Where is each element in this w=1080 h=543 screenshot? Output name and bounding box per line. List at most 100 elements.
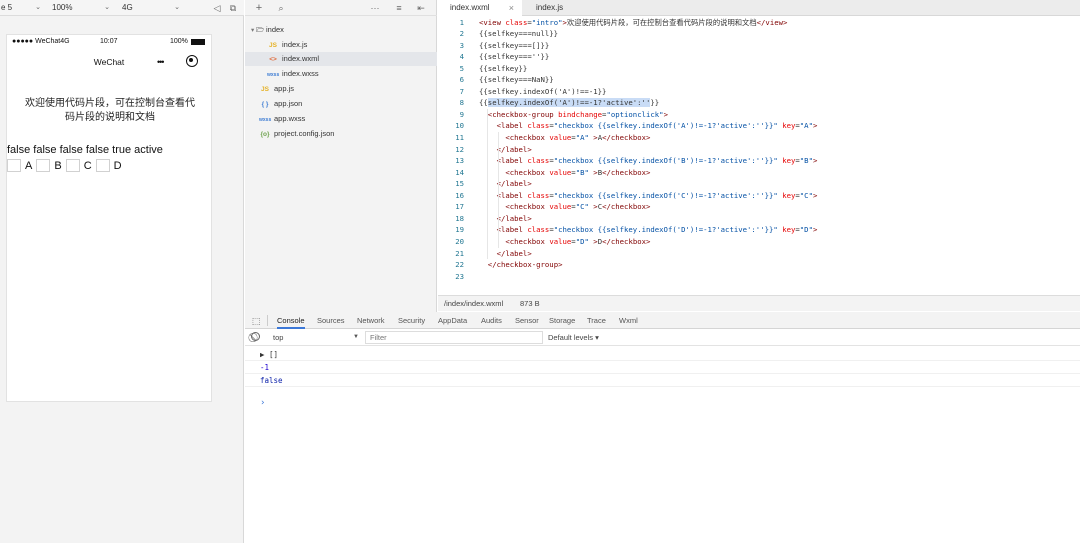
popout-icon[interactable]: ⧉ — [227, 2, 239, 14]
line-number: 21 — [455, 248, 464, 258]
code-line[interactable]: <checkbox value="C" >C</checkbox> — [479, 201, 650, 213]
line-number: 14 — [455, 167, 464, 177]
code-line[interactable]: </checkbox-group> — [479, 259, 563, 271]
chevron-down-icon: ⌄ — [104, 4, 110, 11]
code-line[interactable]: <label class="checkbox {{selfkey.indexOf… — [479, 224, 818, 236]
checkbox-box[interactable] — [7, 159, 21, 172]
checkbox-label: C — [83, 159, 92, 172]
inspect-element-icon[interactable]: ⬚ — [250, 315, 262, 327]
context-select[interactable]: top ▼ — [269, 331, 359, 344]
code-line[interactable]: {{selfkey.indexOf('A')!==-1}} — [479, 86, 606, 98]
code-line[interactable]: <label class="checkbox {{selfkey.indexOf… — [479, 120, 818, 132]
tree-item-index-wxml[interactable]: <> index.wxml — [245, 52, 437, 66]
network-select[interactable]: 4G ⌄ — [122, 2, 180, 14]
devtools-tab-security[interactable]: Security — [398, 312, 425, 329]
collapse-all-icon[interactable]: ≡ — [393, 2, 405, 14]
checkbox-label: A — [25, 159, 33, 172]
close-miniprogram-icon[interactable] — [186, 55, 198, 67]
devtools-tab-sources[interactable]: Sources — [317, 312, 345, 329]
devtools-tab-appdata[interactable]: AppData — [438, 312, 467, 329]
console-filter-input[interactable] — [365, 331, 543, 344]
code-line[interactable]: {{selfkey.indexOf('A')!==-1?'active':''}… — [479, 97, 659, 109]
devtools-tab-bar: ⬚ Console Sources Network Security AppData Au… — [245, 312, 1080, 329]
network-select-value: 4G — [122, 3, 133, 12]
code-line[interactable]: <label class="checkbox {{selfkey.indexOf… — [479, 190, 818, 202]
code-line[interactable]: {{selfkey===''}} — [479, 51, 549, 63]
code-line[interactable]: <view class="intro">欢迎使用代码片段，可在控制台查看代码片段… — [479, 17, 787, 29]
log-levels-select[interactable]: Default levels ▾ — [548, 331, 599, 344]
tree-item-label: index — [266, 25, 284, 34]
chevron-down-icon: ⌄ — [174, 4, 180, 11]
devtools-tab-wxml[interactable]: Wxml — [619, 312, 638, 329]
console-line[interactable]: ▶ [] — [245, 348, 1080, 361]
checkbox-label: B — [54, 159, 62, 172]
code-line[interactable]: <checkbox-group bindchange="optionclick"… — [479, 109, 668, 121]
line-number: 20 — [455, 236, 464, 246]
checkbox-a[interactable]: A — [7, 159, 36, 172]
wxml-file-icon: <> — [269, 56, 277, 63]
tree-folder-index[interactable]: ▾ 🗁 index — [251, 23, 284, 37]
tab-index-wxml[interactable]: index.wxml × — [438, 0, 522, 16]
tree-item-app-wxss[interactable]: wxss app.wxss — [259, 112, 305, 126]
code-line[interactable]: {{selfkey}} — [479, 63, 527, 75]
phone-status-bar: ●●●●● WeChat4G 10:07 100% — [7, 35, 211, 49]
result-text: false false false false true active — [7, 144, 163, 156]
line-number: 8 — [459, 98, 464, 108]
editor-tab-bar: index.wxml × index.js — [438, 0, 1080, 16]
tree-item-label: index.wxss — [282, 69, 319, 78]
tree-item-label: index.wxml — [282, 54, 320, 63]
checkbox-box[interactable] — [36, 159, 51, 172]
battery-label: 100% — [170, 38, 188, 45]
devtools-tab-console[interactable]: Console — [277, 312, 305, 329]
editor-status-bar: /index/index.wxml 873 B — [438, 295, 1080, 311]
device-select[interactable]: e 5 ⌄ — [1, 2, 41, 14]
code-line[interactable]: {{selfkey===null}} — [479, 28, 558, 40]
tree-item-label: index.js — [282, 40, 308, 49]
devtools-tab-audits[interactable]: Audits — [481, 312, 502, 329]
device-select-value: e 5 — [1, 3, 13, 12]
tree-item-project-config[interactable]: {o} project.config.json — [259, 127, 334, 141]
checkbox-b[interactable]: B — [36, 159, 65, 172]
tree-item-index-js[interactable]: JS index.js — [267, 38, 307, 52]
toggle-panel-icon[interactable]: ⇤ — [415, 2, 427, 14]
code-line[interactable]: <label class="checkbox {{selfkey.indexOf… — [479, 155, 818, 167]
block-icon — [251, 332, 260, 341]
checkbox-c[interactable]: C — [65, 159, 96, 172]
more-icon[interactable]: ••• — [157, 57, 165, 67]
close-icon[interactable]: × — [509, 0, 514, 16]
code-line[interactable]: <checkbox value="A" >A</checkbox> — [479, 132, 650, 144]
volume-icon[interactable]: ◁ — [211, 2, 223, 14]
line-number: 15 — [455, 179, 464, 189]
tree-item-index-wxss[interactable]: wxss index.wxss — [267, 67, 319, 81]
code-line[interactable]: {{selfkey===[]}} — [479, 40, 549, 52]
wxss-file-icon: wxss — [267, 72, 280, 78]
tab-index-js[interactable]: index.js — [524, 0, 584, 16]
tab-label: index.wxml — [450, 3, 490, 12]
code-editor[interactable]: 1 <view class="intro">欢迎使用代码片段，可在控制台查看代码片… — [438, 16, 1080, 295]
checkbox-group: A B C D — [7, 159, 126, 172]
tree-item-app-js[interactable]: JS app.js — [259, 82, 294, 96]
devtools-tab-network[interactable]: Network — [357, 312, 385, 329]
console-filter-bar: ⃠ top ▼ Default levels ▾ — [245, 329, 1080, 346]
code-line[interactable]: {{selfkey===NaN}} — [479, 74, 554, 86]
wxss-file-icon: wxss — [259, 117, 272, 123]
tree-item-app-json[interactable]: { } app.json — [259, 97, 303, 111]
console-boolean-value: false — [260, 376, 283, 385]
search-icon[interactable]: ⌕ — [275, 2, 287, 14]
add-file-icon[interactable]: + — [253, 2, 265, 14]
checkbox-d[interactable]: D — [95, 159, 126, 172]
line-number: 17 — [455, 202, 464, 212]
js-file-icon: JS — [269, 42, 277, 49]
devtools-tab-sensor[interactable]: Sensor — [515, 312, 539, 329]
console-prompt[interactable]: › — [245, 397, 1080, 410]
more-icon[interactable]: ··· — [369, 2, 381, 14]
checkbox-box[interactable] — [95, 159, 110, 172]
zoom-select[interactable]: 100% ⌄ — [52, 2, 110, 14]
devtools-tab-storage[interactable]: Storage — [549, 312, 575, 329]
code-line[interactable]: <checkbox value="B" >B</checkbox> — [479, 167, 650, 179]
line-number: 23 — [455, 271, 464, 281]
checkbox-box[interactable] — [65, 159, 80, 172]
devtools-tab-trace[interactable]: Trace — [587, 312, 606, 329]
code-line[interactable]: <checkbox value="D" >D</checkbox> — [479, 236, 650, 248]
chevron-down-icon: ⌄ — [35, 4, 41, 11]
